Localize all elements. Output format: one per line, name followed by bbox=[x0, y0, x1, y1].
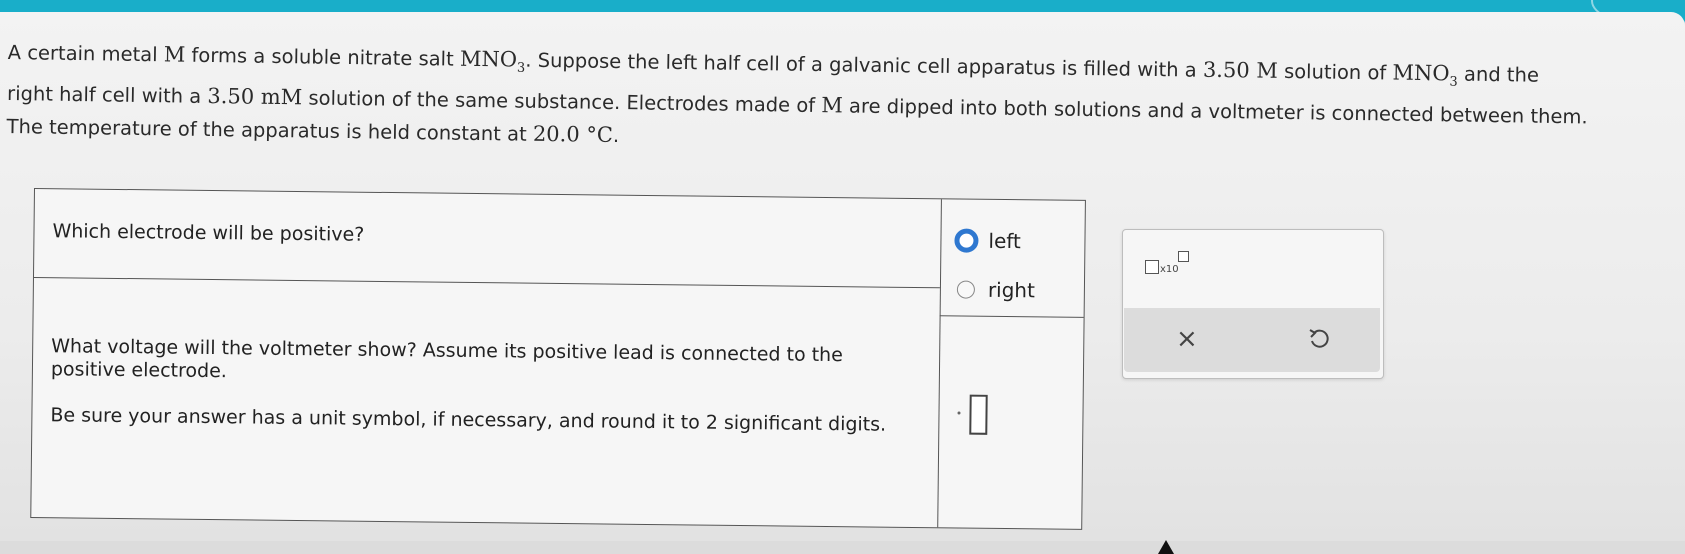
sci-base-box bbox=[1145, 260, 1159, 274]
answer-toolbox: x10 × bbox=[1122, 229, 1384, 379]
sci-x10-label: x10 bbox=[1160, 264, 1179, 275]
input-dot bbox=[957, 411, 961, 415]
table-divider-row bbox=[33, 277, 940, 289]
option-left-label: left bbox=[988, 228, 1022, 254]
question-page: A certain metal M forms a soluble nitrat… bbox=[0, 12, 1685, 554]
table-divider-vertical bbox=[937, 199, 942, 528]
sci-exponent-box bbox=[1178, 251, 1189, 262]
option-right-label: right bbox=[987, 277, 1036, 303]
radio-right[interactable] bbox=[956, 280, 976, 299]
radio-left-selected[interactable] bbox=[954, 228, 979, 253]
problem-statement: A certain metal M forms a soluble nitrat… bbox=[6, 36, 1667, 168]
question-voltage: What voltage will the voltmeter show? As… bbox=[50, 335, 843, 383]
option-right[interactable]: right bbox=[954, 277, 1035, 302]
voltage-answer-input[interactable] bbox=[969, 394, 988, 435]
toolbox-actions: × bbox=[1124, 308, 1380, 372]
mouse-cursor-icon bbox=[1158, 540, 1174, 554]
table-divider-options bbox=[939, 315, 1084, 318]
clear-icon[interactable]: × bbox=[1176, 324, 1198, 354]
option-left[interactable]: left bbox=[954, 228, 1021, 253]
undo-icon[interactable] bbox=[1308, 327, 1330, 355]
question-positive-electrode: Which electrode will be positive? bbox=[52, 220, 365, 246]
question-table: Which electrode will be positive? left r… bbox=[30, 188, 1086, 530]
question-instructions: Be sure your answer has a unit symbol, i… bbox=[50, 404, 887, 436]
scientific-notation-button[interactable]: x10 bbox=[1145, 250, 1205, 280]
